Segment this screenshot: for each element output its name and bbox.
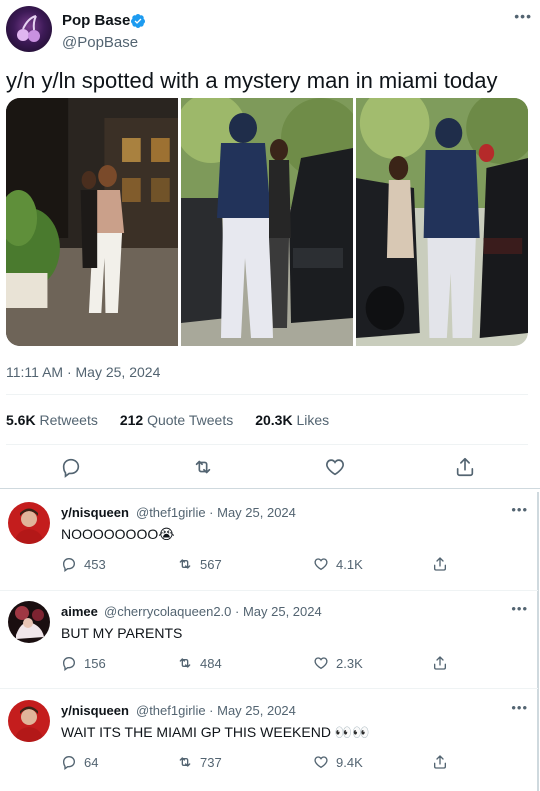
- share-icon: [434, 755, 446, 769]
- divider: [6, 444, 528, 445]
- reply-actions: 64 737 9.4K: [61, 754, 461, 772]
- share-icon: [434, 557, 446, 571]
- likes-stat[interactable]: 20.3K Likes: [255, 412, 329, 428]
- more-icon[interactable]: •••: [514, 8, 532, 24]
- share-icon: [434, 656, 446, 670]
- author-avatar[interactable]: [6, 6, 52, 52]
- share-icon[interactable]: [454, 456, 476, 478]
- divider: [6, 394, 528, 395]
- like-count: 4.1K: [336, 556, 363, 572]
- more-icon[interactable]: •••: [511, 700, 528, 715]
- reply-icon: [62, 657, 76, 671]
- reply-like-action[interactable]: 4.1K: [313, 556, 363, 572]
- like-icon: [314, 657, 328, 670]
- more-icon[interactable]: •••: [511, 601, 528, 616]
- reply-retweet-action[interactable]: 484: [177, 655, 222, 671]
- like-icon[interactable]: [324, 456, 346, 478]
- reply-handle-date[interactable]: @thef1girlie · May 25, 2024: [136, 505, 296, 520]
- reply-icon: [62, 558, 76, 572]
- reply-share-action[interactable]: [432, 754, 448, 770]
- divider: [0, 590, 538, 591]
- photo-1[interactable]: [6, 98, 178, 346]
- like-icon: [314, 558, 328, 571]
- reply-count: 156: [84, 655, 106, 671]
- like-count: 9.4K: [336, 754, 363, 770]
- reply-item[interactable]: aimee @cherrycolaqueen2.0 · May 25, 2024…: [0, 601, 538, 691]
- media-grid: [6, 98, 528, 346]
- reply-share-action[interactable]: [432, 556, 448, 572]
- retweet-icon: [179, 658, 191, 668]
- author-name[interactable]: Pop Base: [62, 12, 130, 29]
- reply-retweet-action[interactable]: 567: [177, 556, 222, 572]
- reply-share-action[interactable]: [432, 655, 448, 671]
- reply-author-name[interactable]: y/nisqueen: [61, 505, 129, 520]
- photo-2[interactable]: [181, 98, 353, 346]
- reply-icon: [62, 756, 76, 770]
- reply-like-action[interactable]: 9.4K: [313, 754, 363, 770]
- reply-actions: 453 567 4.1K: [61, 556, 461, 574]
- tweet-text: y/n y/ln spotted with a mystery man in m…: [6, 68, 498, 93]
- quotes-count: 212: [119, 412, 144, 428]
- reply-text: NOOOOOOOO😭: [61, 526, 175, 542]
- reply-reply-action[interactable]: 156: [61, 655, 106, 671]
- reply-count: 453: [84, 556, 106, 572]
- author-handle[interactable]: @PopBase: [62, 34, 138, 51]
- reply-icon[interactable]: [60, 456, 82, 478]
- retweet-count: 567: [200, 556, 222, 572]
- reply-avatar[interactable]: [8, 502, 50, 544]
- like-icon: [314, 756, 328, 769]
- photo-3[interactable]: [356, 98, 528, 346]
- reply-retweet-action[interactable]: 737: [177, 754, 222, 770]
- likes-label: Likes: [296, 412, 330, 428]
- retweet-count: 484: [200, 655, 222, 671]
- reply-item[interactable]: y/nisqueen @thef1girlie · May 25, 2024 •…: [0, 502, 538, 592]
- retweet-icon: [179, 757, 191, 767]
- reply-like-action[interactable]: 2.3K: [313, 655, 363, 671]
- reply-count: 64: [84, 754, 99, 770]
- retweets-count: 5.6K: [6, 412, 36, 428]
- verified-badge-icon: [131, 14, 145, 28]
- reply-avatar[interactable]: [8, 700, 50, 742]
- retweets-stat[interactable]: 5.6K Retweets: [6, 412, 98, 428]
- reply-author-name[interactable]: y/nisqueen: [61, 703, 129, 718]
- tweet-timestamp[interactable]: 11:11 AM · May 25, 2024: [6, 364, 160, 380]
- reply-avatar[interactable]: [8, 601, 50, 643]
- reply-item[interactable]: y/nisqueen @thef1girlie · May 25, 2024 •…: [0, 700, 538, 790]
- reply-author-name[interactable]: aimee: [61, 604, 98, 619]
- reply-text: WAIT ITS THE MIAMI GP THIS WEEKEND 👀👀: [61, 724, 370, 740]
- retweet-icon[interactable]: [192, 456, 214, 478]
- likes-count: 20.3K: [255, 412, 293, 428]
- reply-reply-action[interactable]: 64: [61, 754, 98, 770]
- quotes-stat[interactable]: 212 Quote Tweets: [120, 412, 233, 428]
- replies-divider: [0, 488, 540, 489]
- reply-handle-date[interactable]: @thef1girlie · May 25, 2024: [136, 703, 296, 718]
- tweet-stats: 5.6K Retweets 212 Quote Tweets 20.3K Lik…: [6, 412, 329, 428]
- reply-reply-action[interactable]: 453: [61, 556, 106, 572]
- reply-handle-date[interactable]: @cherrycolaqueen2.0 · May 25, 2024: [104, 604, 322, 619]
- quotes-label: Quote Tweets: [147, 412, 234, 428]
- divider: [0, 688, 538, 689]
- tweet-actions: [6, 456, 528, 480]
- like-count: 2.3K: [336, 655, 363, 671]
- retweet-count: 737: [200, 754, 222, 770]
- more-icon[interactable]: •••: [511, 502, 528, 517]
- reply-text: BUT MY PARENTS: [61, 625, 183, 641]
- retweets-label: Retweets: [39, 412, 98, 428]
- retweet-icon: [179, 559, 191, 569]
- reply-actions: 156 484 2.3K: [61, 655, 461, 673]
- tweet-header: Pop Base @PopBase •••: [6, 6, 534, 56]
